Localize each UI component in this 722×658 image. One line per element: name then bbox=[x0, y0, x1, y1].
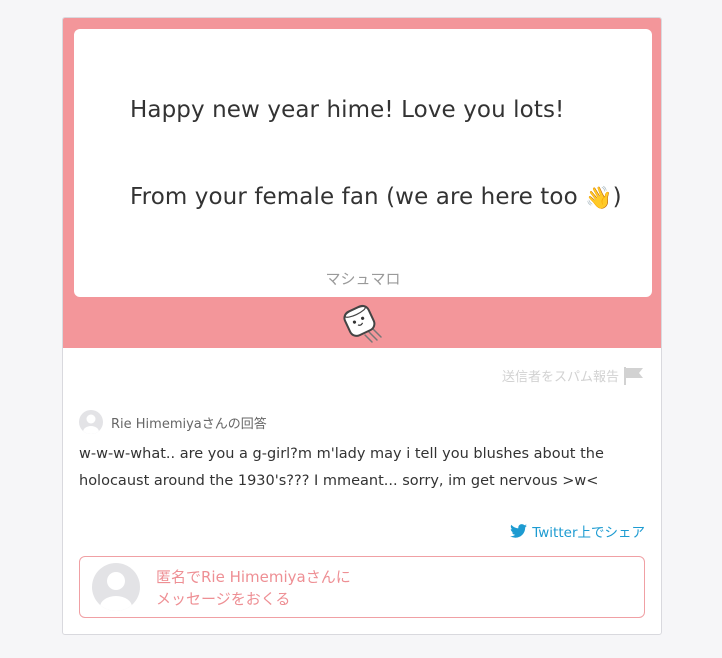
twitter-bird-icon bbox=[510, 524, 528, 538]
send-message-label: 匿名でRie Himemiyaさんに メッセージをおくる bbox=[156, 566, 351, 610]
send-message-line-1: 匿名でRie Himemiyaさんに bbox=[156, 568, 351, 586]
flag-icon bbox=[624, 366, 643, 385]
waving-hand-emoji: 👋 bbox=[585, 186, 613, 211]
default-avatar-icon bbox=[79, 410, 103, 434]
twitter-share-link[interactable]: Twitter上でシェア bbox=[510, 521, 645, 541]
marshmallow-mascot-icon bbox=[343, 304, 382, 343]
answer-header: Rie Himemiyaさんの回答 bbox=[79, 410, 267, 434]
recipient-avatar-icon bbox=[92, 563, 140, 611]
message-header-band: Happy new year hime! Love you lots! From… bbox=[63, 18, 661, 348]
message-card: Happy new year hime! Love you lots! From… bbox=[62, 17, 662, 635]
answer-text: w-w-w-what.. are you a g-girl?m m'lady m… bbox=[79, 446, 604, 489]
report-spam-label: 送信者をスパム報告 bbox=[501, 370, 619, 385]
send-message-line-2: メッセージをおくる bbox=[156, 590, 291, 608]
message-line-2: From your female fan (we are here too 👋) bbox=[130, 184, 622, 211]
message-line-1: Happy new year hime! Love you lots! bbox=[130, 97, 565, 123]
message-line-2-close: ) bbox=[612, 184, 622, 210]
brand-label: マシュマロ bbox=[325, 270, 401, 288]
answer-author: Rie Himemiyaさんの回答 bbox=[111, 416, 267, 432]
send-anonymous-message-button[interactable]: 匿名でRie Himemiyaさんに メッセージをおくる bbox=[79, 556, 645, 618]
message-line-2-text: From your female fan (we are here too bbox=[130, 184, 586, 210]
message-box: Happy new year hime! Love you lots! From… bbox=[74, 29, 652, 297]
report-spam-link[interactable]: 送信者をスパム報告 bbox=[502, 366, 645, 385]
twitter-share-label: Twitter上でシェア bbox=[532, 525, 645, 541]
